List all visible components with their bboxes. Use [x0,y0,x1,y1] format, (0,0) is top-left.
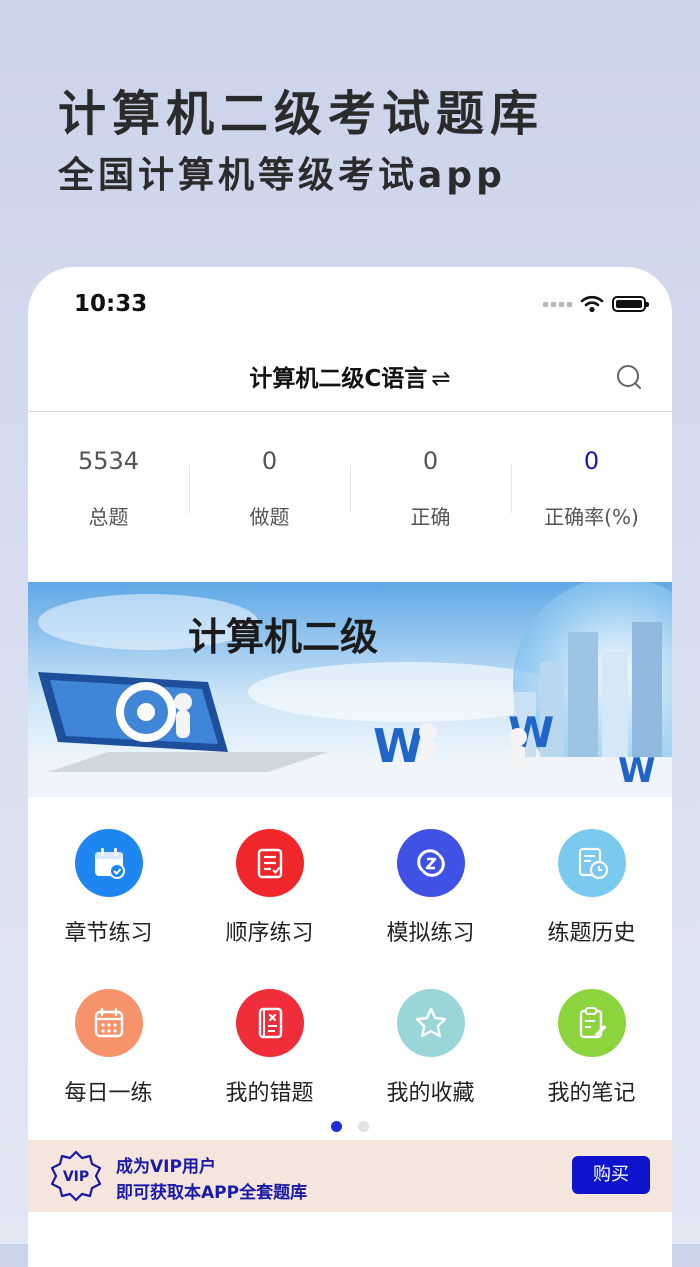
note-pencil-icon [557,989,626,1057]
stat-done-label: 做题 [249,505,290,529]
search-icon[interactable] [616,364,642,390]
history-clock-icon [557,829,626,897]
swap-icon: ⇌ [431,366,451,392]
quiz-swirl-icon [396,829,465,897]
buy-button[interactable]: 购买 [572,1156,650,1194]
stat-accuracy-value: 0 [583,447,600,475]
menu-sequential-practice[interactable]: 顺序练习 [189,827,350,987]
vip-badge-text: VIP [63,1169,89,1185]
stat-accuracy-label: 正确率(%) [544,505,639,529]
menu-mock-practice[interactable]: 模拟练习 [350,827,511,987]
page-dot-active[interactable] [331,1121,342,1132]
star-icon [396,989,465,1057]
subject-switcher[interactable]: 计算机二级C语言 ⇌ [28,359,672,393]
vip-line-1: 成为VIP用户 [116,1157,216,1177]
promo-subtitle: 全国计算机等级考试app [58,155,506,196]
status-icons [543,295,649,313]
menu-label: 顺序练习 [225,921,314,946]
wifi-icon [580,295,604,313]
banner-carousel[interactable]: W W W 计算机二级 [28,582,672,797]
menu-label: 我的笔记 [547,1081,636,1106]
stat-correct: 0 正确 [350,445,511,535]
menu-label: 我的收藏 [386,1081,475,1106]
svg-text:W: W [373,719,424,773]
stat-total: 5534 总题 [28,445,189,535]
stat-accuracy: 0 正确率(%) [511,445,672,535]
banner-illustration: W W W 计算机二级 [28,582,672,797]
wrong-book-icon [235,989,304,1057]
promo-title: 计算机二级考试题库 [58,86,545,142]
menu-practice-history[interactable]: 练题历史 [511,827,672,987]
stat-correct-value: 0 [422,447,439,475]
page-indicator [28,1121,672,1132]
list-document-icon [235,829,304,897]
stat-total-value: 5534 [77,447,140,475]
calendar-check-icon [74,829,143,897]
cellular-signal-icon [543,301,572,307]
nav-bar: 计算机二级C语言 ⇌ [28,337,672,412]
daily-calendar-icon [74,989,143,1057]
battery-icon [612,296,649,312]
vip-promo-bar: VIP 成为VIP用户 即可获取本APP全套题库 购买 [28,1140,672,1212]
menu-label: 每日一练 [64,1081,153,1106]
stat-done: 0 做题 [189,445,350,535]
stat-correct-label: 正确 [410,505,451,529]
vip-badge-icon: VIP [50,1150,102,1202]
nav-title: 计算机二级C语言 [249,366,428,392]
feature-grid: 章节练习 顺序练习 模拟练习 练题历史 每日一练 我的错题 我的收藏 我的笔记 [28,827,672,1147]
status-time: 10:33 [74,291,148,317]
menu-label: 模拟练习 [386,921,475,946]
menu-label: 章节练习 [64,921,153,946]
phone-screen: 10:33 计算机二级C语言 ⇌ 5534 总题 0 做题 0 正确 0 正确率… [28,267,672,1267]
page-dot[interactable] [358,1121,369,1132]
menu-label: 练题历史 [547,921,636,946]
stat-done-value: 0 [261,447,278,475]
stats-panel: 5534 总题 0 做题 0 正确 0 正确率(%) [28,445,672,535]
banner-title: 计算机二级 [188,614,378,659]
menu-label: 我的错题 [225,1081,314,1106]
status-bar: 10:33 [28,267,672,337]
svg-text:W: W [618,751,656,791]
vip-line-2: 即可获取本APP全套题库 [116,1183,308,1203]
menu-chapter-practice[interactable]: 章节练习 [28,827,189,987]
stat-total-label: 总题 [88,505,129,529]
